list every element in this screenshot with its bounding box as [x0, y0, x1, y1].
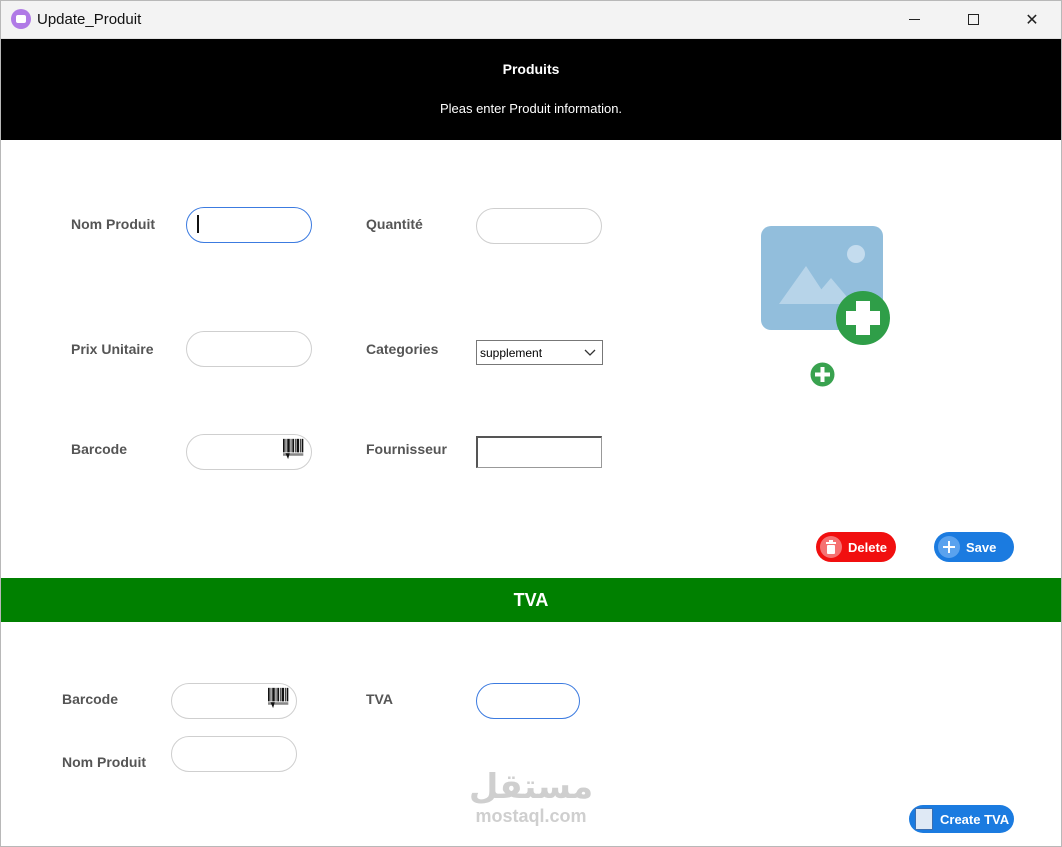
add-image-icon[interactable]	[761, 226, 891, 346]
watermark: مستقل mostaql.com	[466, 768, 596, 826]
categories-select[interactable]: supplement	[476, 340, 603, 365]
prix-unitaire-input[interactable]	[186, 331, 312, 367]
prix-unitaire-label: Prix Unitaire	[71, 341, 154, 357]
quantite-input[interactable]	[476, 208, 602, 244]
plus-icon	[938, 536, 960, 558]
app-icon	[11, 9, 31, 29]
page-header: Produits Pleas enter Produit information…	[1, 39, 1061, 140]
tva-nom-produit-input[interactable]	[171, 736, 297, 772]
add-image-button[interactable]	[810, 362, 835, 387]
document-icon	[915, 808, 933, 830]
close-icon: ✕	[1025, 11, 1039, 29]
maximize-button[interactable]	[950, 0, 996, 39]
close-button[interactable]: ✕	[1009, 0, 1055, 39]
delete-label: Delete	[848, 539, 888, 555]
tva-input[interactable]	[476, 683, 580, 719]
page-title: Produits	[502, 61, 560, 77]
minimize-icon	[908, 19, 920, 20]
barcode-icon[interactable]	[280, 438, 308, 460]
create-tva-label: Create TVA	[940, 811, 1010, 827]
fournisseur-label: Fournisseur	[366, 441, 447, 457]
delete-button[interactable]: Delete	[816, 532, 896, 562]
save-label: Save	[966, 539, 997, 555]
categories-label: Categories	[366, 341, 439, 357]
categories-selected-value: supplement	[480, 346, 543, 360]
chevron-down-icon	[584, 349, 596, 356]
window-title: Update_Produit	[37, 11, 142, 28]
tva-nom-produit-label: Nom Produit	[62, 754, 146, 770]
barcode-icon[interactable]	[265, 687, 293, 709]
title-bar: Update_Produit ✕	[0, 0, 1062, 39]
tva-barcode-label: Barcode	[62, 691, 119, 707]
maximize-icon	[967, 14, 979, 25]
watermark-latin: mostaql.com	[475, 806, 587, 826]
page-subtitle: Pleas enter Produit information.	[439, 101, 623, 116]
minimize-button[interactable]	[891, 0, 937, 39]
text-caret	[197, 215, 199, 233]
barcode-label: Barcode	[71, 441, 128, 457]
nom-produit-label: Nom Produit	[71, 216, 155, 232]
tva-section-header: TVA	[1, 578, 1061, 622]
nom-produit-input[interactable]	[186, 207, 312, 243]
save-button[interactable]: Save	[934, 532, 1014, 562]
create-tva-button[interactable]: Create TVA	[909, 805, 1014, 833]
watermark-arabic: مستقل	[468, 768, 594, 806]
quantite-label: Quantité	[366, 216, 423, 232]
tva-label: TVA	[366, 691, 393, 707]
trash-icon	[820, 536, 842, 558]
fournisseur-input[interactable]	[476, 436, 602, 468]
